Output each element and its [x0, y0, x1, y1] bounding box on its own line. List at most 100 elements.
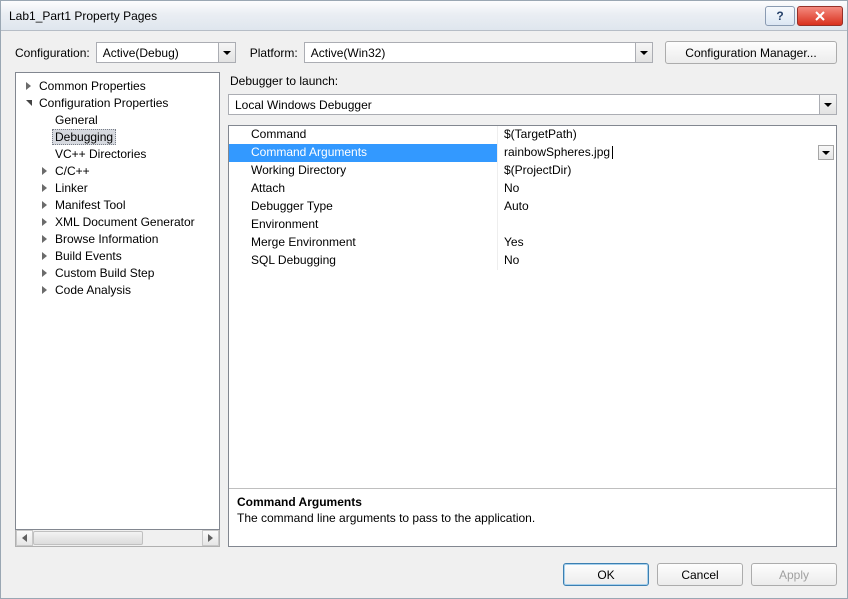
- tree-item-label: Configuration Properties: [36, 96, 171, 110]
- property-label: Debugger Type: [229, 198, 498, 216]
- property-value[interactable]: No: [498, 180, 836, 198]
- configuration-value: Active(Debug): [103, 46, 179, 60]
- chevron-left-icon: [22, 534, 27, 542]
- chevron-down-icon: [822, 151, 830, 155]
- tree-panel: Common Properties Configuration Propertie…: [15, 72, 220, 547]
- tree-item[interactable]: VC++ Directories: [16, 145, 219, 162]
- config-row: Configuration: Active(Debug) Platform: A…: [1, 31, 847, 72]
- chevron-down-icon: [218, 43, 235, 62]
- tree-item[interactable]: Custom Build Step: [16, 264, 219, 281]
- footer: OK Cancel Apply: [1, 555, 847, 598]
- debugger-launch-combo[interactable]: Local Windows Debugger: [228, 94, 837, 115]
- expand-closed-icon[interactable]: [38, 286, 50, 294]
- property-value-text: No: [504, 253, 519, 267]
- tree-item-label: XML Document Generator: [52, 215, 198, 229]
- expand-closed-icon[interactable]: [22, 82, 34, 90]
- property-row[interactable]: Command ArgumentsrainbowSpheres.jpg: [229, 144, 836, 162]
- expand-closed-icon[interactable]: [38, 235, 50, 243]
- tree-item[interactable]: General: [16, 111, 219, 128]
- property-value[interactable]: $(ProjectDir): [498, 162, 836, 180]
- property-row[interactable]: Merge Environment Yes: [229, 234, 836, 252]
- tree-item[interactable]: Common Properties: [16, 77, 219, 94]
- debugger-launch-label: Debugger to launch:: [230, 74, 837, 88]
- expand-closed-icon[interactable]: [38, 269, 50, 277]
- scroll-track[interactable]: [33, 530, 202, 546]
- property-row[interactable]: Debugger Type Auto: [229, 198, 836, 216]
- tree-item-label: Common Properties: [36, 79, 149, 93]
- configuration-manager-button[interactable]: Configuration Manager...: [665, 41, 837, 64]
- text-cursor: [612, 146, 613, 159]
- chevron-right-icon: [208, 534, 213, 542]
- property-value-text: $(TargetPath): [504, 127, 577, 141]
- description-panel: Command Arguments The command line argum…: [229, 488, 836, 546]
- cancel-button[interactable]: Cancel: [657, 563, 743, 586]
- platform-value: Active(Win32): [311, 46, 386, 60]
- tree-item[interactable]: Browse Information: [16, 230, 219, 247]
- platform-combo[interactable]: Active(Win32): [304, 42, 653, 63]
- expand-closed-icon[interactable]: [38, 167, 50, 175]
- right-column: Debugger to launch: Local Windows Debugg…: [228, 72, 837, 547]
- apply-button[interactable]: Apply: [751, 563, 837, 586]
- tree-item[interactable]: Configuration Properties: [16, 94, 219, 111]
- property-label: Command Arguments: [229, 144, 498, 162]
- category-tree[interactable]: Common Properties Configuration Propertie…: [15, 72, 220, 530]
- ok-button[interactable]: OK: [563, 563, 649, 586]
- tree-item-label: Custom Build Step: [52, 266, 157, 280]
- titlebar[interactable]: Lab1_Part1 Property Pages ?: [1, 1, 847, 31]
- help-button[interactable]: ?: [765, 6, 795, 26]
- body: Common Properties Configuration Propertie…: [1, 72, 847, 555]
- chevron-down-icon: [635, 43, 652, 62]
- tree-item-label: VC++ Directories: [52, 147, 149, 161]
- property-value[interactable]: Auto: [498, 198, 836, 216]
- close-button[interactable]: [797, 6, 843, 26]
- tree-scrollbar[interactable]: [15, 530, 220, 547]
- property-value-text: Auto: [504, 199, 529, 213]
- property-label: Working Directory: [229, 162, 498, 180]
- tree-item-label: Debugging: [52, 129, 116, 145]
- property-value[interactable]: rainbowSpheres.jpg: [498, 144, 836, 162]
- property-value[interactable]: [498, 216, 836, 234]
- property-row[interactable]: Command $(TargetPath): [229, 126, 836, 144]
- property-label: SQL Debugging: [229, 252, 498, 270]
- property-row[interactable]: SQL Debugging No: [229, 252, 836, 270]
- tree-item-label: C/C++: [52, 164, 93, 178]
- tree-item[interactable]: Debugging: [16, 128, 219, 145]
- tree-item-label: Browse Information: [52, 232, 161, 246]
- property-grid[interactable]: Command $(TargetPath) Command Argumentsrai…: [229, 126, 836, 488]
- tree-item-label: Linker: [52, 181, 91, 195]
- tree-item-label: Manifest Tool: [52, 198, 128, 212]
- expand-closed-icon[interactable]: [38, 218, 50, 226]
- window-title: Lab1_Part1 Property Pages: [9, 9, 763, 23]
- property-label: Environment: [229, 216, 498, 234]
- tree-item[interactable]: Build Events: [16, 247, 219, 264]
- property-row[interactable]: Environment: [229, 216, 836, 234]
- property-value[interactable]: $(TargetPath): [498, 126, 836, 144]
- tree-item[interactable]: XML Document Generator: [16, 213, 219, 230]
- debugger-launch-value: Local Windows Debugger: [235, 98, 372, 112]
- expand-closed-icon[interactable]: [38, 184, 50, 192]
- tree-item-label: Build Events: [52, 249, 125, 263]
- tree-item[interactable]: C/C++: [16, 162, 219, 179]
- scroll-thumb[interactable]: [33, 531, 143, 545]
- expand-open-icon[interactable]: [22, 100, 34, 106]
- property-value[interactable]: Yes: [498, 234, 836, 252]
- tree-item[interactable]: Code Analysis: [16, 281, 219, 298]
- property-value-text: Yes: [504, 235, 524, 249]
- tree-item[interactable]: Linker: [16, 179, 219, 196]
- property-row[interactable]: AttachNo: [229, 180, 836, 198]
- tree-item-label: Code Analysis: [52, 283, 134, 297]
- tree-item[interactable]: Manifest Tool: [16, 196, 219, 213]
- property-label: Merge Environment: [229, 234, 498, 252]
- property-value-text: $(ProjectDir): [504, 163, 571, 177]
- property-dropdown-button[interactable]: [818, 145, 834, 160]
- configuration-combo[interactable]: Active(Debug): [96, 42, 236, 63]
- expand-closed-icon[interactable]: [38, 252, 50, 260]
- property-grid-container: Command $(TargetPath) Command Argumentsrai…: [228, 125, 837, 547]
- property-row[interactable]: Working Directory $(ProjectDir): [229, 162, 836, 180]
- property-label: Command: [229, 126, 498, 144]
- property-value[interactable]: No: [498, 252, 836, 270]
- platform-label: Platform:: [250, 46, 298, 60]
- scroll-left-button[interactable]: [16, 530, 33, 546]
- expand-closed-icon[interactable]: [38, 201, 50, 209]
- scroll-right-button[interactable]: [202, 530, 219, 546]
